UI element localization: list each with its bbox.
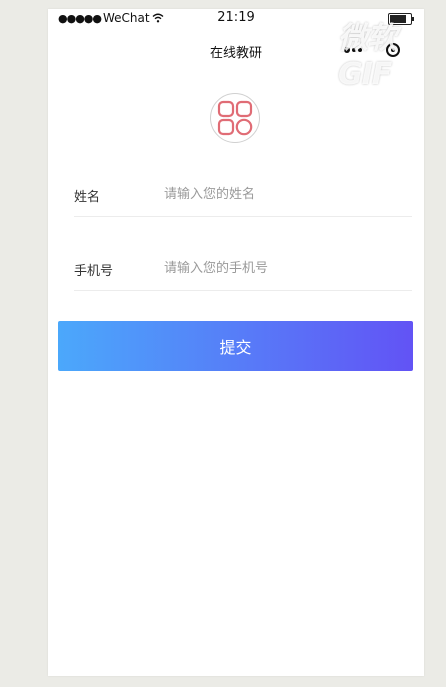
name-label: 姓名 [74, 190, 101, 205]
name-row: 姓名 [74, 172, 412, 217]
app-logo [210, 93, 260, 143]
submit-button[interactable]: 提交 [58, 321, 413, 371]
phone-input[interactable] [164, 256, 404, 280]
watermark-text: 微软GIF [338, 21, 397, 92]
phone-row: 手机号 [74, 246, 412, 291]
name-input[interactable] [164, 182, 404, 206]
grid-apps-icon [217, 100, 253, 136]
phone-screen: ●●●●● WeChat 21:19 在线教研 微软GIF 姓名 请输入您的姓名… [48, 9, 424, 676]
phone-label: 手机号 [74, 264, 114, 279]
